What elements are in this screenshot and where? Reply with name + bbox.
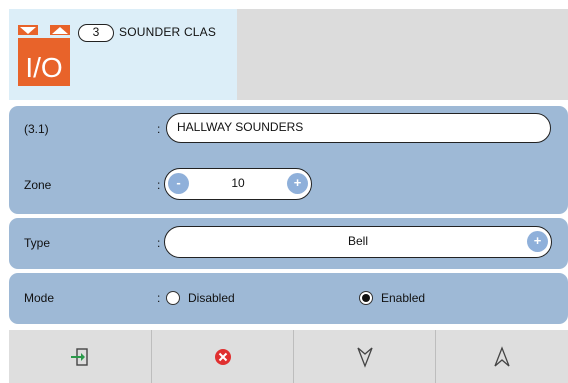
class-title: SOUNDER CLAS [119, 25, 217, 39]
type-value: Bell [347, 234, 368, 248]
class-number-badge: 3 [78, 24, 114, 42]
type-label: Type [24, 236, 51, 250]
mode-label: Mode [24, 291, 55, 305]
mode-disabled-radio[interactable] [166, 291, 180, 305]
type-selector[interactable]: Bell + [164, 226, 552, 258]
mode-enabled-radio[interactable] [359, 291, 373, 305]
cancel-button[interactable] [151, 330, 293, 383]
mode-enabled-label[interactable]: Enabled [381, 291, 425, 305]
zone-label: Zone [24, 178, 52, 192]
point-id-label: (3.1) [24, 122, 49, 136]
colon: : [157, 122, 161, 136]
zone-decrement-button[interactable]: - [168, 173, 189, 194]
next-down-icon [356, 347, 373, 368]
exit-button[interactable] [9, 330, 151, 383]
previous-up-button[interactable] [435, 330, 568, 383]
colon: : [157, 178, 161, 192]
name-field[interactable]: HALLWAY SOUNDERS [166, 113, 551, 143]
sounder-class-screen: I/O 3 SOUNDER CLAS (3.1) : HALLWAY SOUND… [0, 0, 568, 383]
type-next-button[interactable]: + [527, 231, 548, 252]
svg-text:I/O: I/O [25, 52, 62, 83]
header-blank-area [237, 9, 568, 100]
next-down-button[interactable] [293, 330, 435, 383]
exit-icon [71, 347, 88, 366]
io-module-icon: I/O [18, 25, 70, 86]
previous-up-icon [494, 345, 510, 366]
header: I/O 3 SOUNDER CLAS [0, 0, 568, 100]
cancel-icon [214, 348, 231, 365]
bottom-toolbar [9, 330, 568, 383]
mode-disabled-label[interactable]: Disabled [188, 291, 235, 305]
mode-panel [9, 273, 568, 324]
zone-stepper: 10 - + [164, 168, 312, 200]
colon: : [157, 236, 161, 250]
zone-increment-button[interactable]: + [287, 173, 308, 194]
colon: : [157, 291, 161, 305]
